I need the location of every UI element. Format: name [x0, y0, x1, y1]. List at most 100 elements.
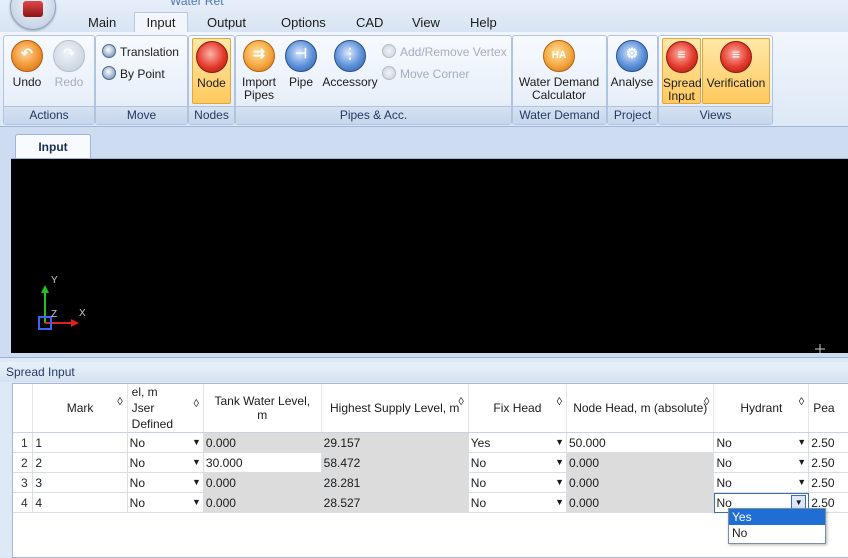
cell-tank[interactable]: 0.000 — [203, 472, 322, 493]
verification-button[interactable]: ≡ Verification — [702, 38, 770, 104]
col-header-highest-supply-level[interactable]: Highest Supply Level, m ◊ — [321, 384, 469, 433]
hydrant-dropdown-list[interactable]: Yes No — [728, 508, 826, 544]
menu-cad[interactable]: CAD — [356, 14, 383, 32]
dropdown-option-yes[interactable]: Yes — [729, 509, 825, 525]
cell-highest[interactable]: 28.281 — [321, 472, 469, 493]
redo-icon: ↷ — [53, 40, 85, 72]
group-views: ≡ Spread Input ≡ Verification Views — [658, 35, 773, 125]
cell-tank[interactable]: 0.000 — [203, 432, 322, 453]
cell-fix-head[interactable]: Yes ▼ — [468, 432, 568, 453]
col-header-node-head[interactable]: Node Head, m (absolute) ◊ — [566, 384, 715, 433]
row-number[interactable]: 2 — [13, 452, 34, 473]
cell-fix-head[interactable]: No ▼ — [468, 492, 568, 513]
accessory-icon: ⋮ — [334, 40, 366, 72]
cell-mark[interactable]: 1 — [32, 432, 128, 453]
undo-icon: ↶ — [11, 40, 43, 72]
calculator-icon: HA — [543, 40, 575, 72]
table-row: 2 2 No ▼ 30.000 58.472 No ▼ 0.000 No ▼ 2.50 — [13, 452, 848, 473]
cell-hydrant[interactable]: No ▼ — [713, 432, 810, 453]
axis-x-label: X — [79, 308, 86, 319]
menu-output[interactable]: Output — [207, 14, 246, 32]
row-number[interactable]: 1 — [13, 432, 34, 453]
cell-highest[interactable]: 58.472 — [321, 452, 469, 473]
translation-icon — [102, 44, 116, 58]
pipe-icon: ⊣ — [285, 40, 317, 72]
cad-canvas[interactable]: Y Z X — [11, 158, 848, 353]
accessory-button[interactable]: ⋮ Accessory — [322, 40, 378, 89]
dropdown-arrow-icon: ▼ — [797, 437, 807, 447]
menu-help[interactable]: Help — [470, 14, 497, 32]
col-header-fix-head[interactable]: Fix Head ◊ — [468, 384, 568, 433]
cell-node-head[interactable]: 50.000 — [566, 432, 715, 453]
col-header-level[interactable]: el, m Jser Defined ◊ — [127, 384, 204, 433]
cell-mark[interactable]: 4 — [32, 492, 128, 513]
menu-view[interactable]: View — [412, 14, 440, 32]
cell-tank[interactable]: 0.000 — [203, 492, 322, 513]
group-project: ⚙ Analyse Project — [607, 35, 658, 125]
cell-fix-head[interactable]: No ▼ — [468, 452, 568, 473]
cell-mark[interactable]: 2 — [32, 452, 128, 473]
cell-level[interactable]: No ▼ — [127, 472, 204, 493]
cell-level[interactable]: No ▼ — [127, 452, 204, 473]
menu-main[interactable]: Main — [88, 14, 116, 32]
cell-fix-head[interactable]: No ▼ — [468, 472, 568, 493]
cell-highest[interactable]: 28.527 — [321, 492, 469, 513]
tab-input[interactable]: Input — [15, 134, 91, 159]
import-pipes-icon: ⇉ — [243, 40, 275, 72]
cell-node-head[interactable]: 0.000 — [566, 492, 715, 513]
pipe-button[interactable]: ⊣ Pipe — [284, 40, 318, 89]
col-header-tank-water-level[interactable]: Tank Water Level, m — [203, 384, 322, 433]
ribbon: ↶ Undo ↷ Redo Actions Translation By Poi… — [0, 32, 848, 127]
axis-z-label: Z — [51, 309, 57, 320]
cell-highest[interactable]: 29.157 — [321, 432, 469, 453]
import-pipes-button[interactable]: ⇉ Import Pipes — [239, 40, 279, 102]
dropdown-arrow-icon: ▼ — [191, 497, 201, 507]
cell-peak[interactable]: 2.50 — [808, 452, 848, 473]
group-label-actions: Actions — [4, 106, 94, 124]
group-label-views: Views — [659, 106, 772, 124]
row-number[interactable]: 3 — [13, 472, 34, 493]
dropdown-option-no[interactable]: No — [729, 525, 825, 541]
cell-hydrant[interactable]: No ▼ — [713, 452, 810, 473]
dropdown-arrow-icon: ▼ — [555, 497, 564, 507]
dropdown-arrow-icon: ▼ — [797, 477, 807, 487]
cell-node-head[interactable]: 0.000 — [566, 452, 715, 473]
analyse-button[interactable]: ⚙ Analyse — [610, 40, 654, 89]
dropdown-arrow-icon: ▼ — [191, 477, 201, 487]
group-label-water-demand: Water Demand — [513, 106, 606, 124]
cell-level[interactable]: No ▼ — [127, 492, 204, 513]
by-point-icon — [102, 66, 116, 80]
translation-button[interactable]: Translation — [102, 44, 179, 60]
group-label-pipes: Pipes & Acc. — [236, 106, 511, 124]
menu-options[interactable]: Options — [281, 14, 326, 32]
move-corner-button[interactable]: Move Corner — [382, 66, 469, 82]
node-icon — [195, 41, 228, 73]
cell-peak[interactable]: 2.50 — [808, 472, 848, 493]
group-label-move: Move — [96, 106, 187, 124]
col-header-hydrant[interactable]: Hydrant ◊ — [713, 384, 810, 433]
node-button[interactable]: Node — [192, 38, 231, 104]
cell-level[interactable]: No ▼ — [127, 432, 204, 453]
spread-table: Mark ◊ el, m Jser Defined ◊ Tank Water Leve… — [13, 384, 848, 513]
col-header-peak[interactable]: Pea — [808, 384, 848, 433]
cell-tank[interactable]: 30.000 — [203, 452, 322, 473]
by-point-button[interactable]: By Point — [102, 66, 165, 82]
add-remove-vertex-button[interactable]: Add/Remove Vertex — [382, 44, 507, 60]
table-row: 1 1 No ▼ 0.000 29.157 Yes ▼ 50.000 No ▼ 2.5… — [13, 432, 848, 453]
spread-grid[interactable]: Mark ◊ el, m Jser Defined ◊ Tank Water Leve… — [12, 383, 848, 558]
cell-peak[interactable]: 2.50 — [808, 432, 848, 453]
table-header-row: Mark ◊ el, m Jser Defined ◊ Tank Water Leve… — [13, 384, 848, 433]
col-header-mark[interactable]: Mark ◊ — [32, 384, 128, 433]
undo-button[interactable]: ↶ Undo — [8, 40, 46, 89]
cell-hydrant[interactable]: No ▼ — [713, 472, 810, 493]
redo-button[interactable]: ↷ Redo — [50, 40, 88, 89]
cell-node-head[interactable]: 0.000 — [566, 472, 715, 493]
water-demand-calculator-button[interactable]: HA Water Demand Calculator — [515, 40, 603, 102]
group-nodes: Node Nodes — [188, 35, 235, 125]
spread-input-button[interactable]: ≡ Spread Input — [662, 38, 702, 104]
group-actions: ↶ Undo ↷ Redo Actions — [3, 35, 95, 125]
cell-mark[interactable]: 3 — [32, 472, 128, 493]
row-number[interactable]: 4 — [13, 492, 34, 513]
menu-input[interactable]: Input — [134, 12, 188, 33]
dropdown-arrow-icon: ▼ — [191, 437, 201, 447]
